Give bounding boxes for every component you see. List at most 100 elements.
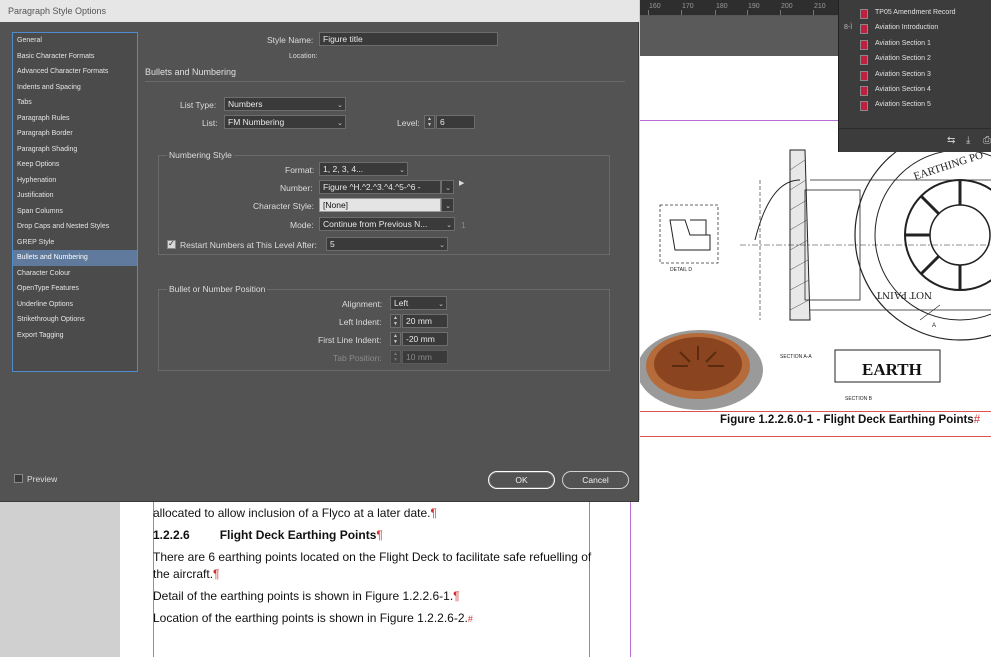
tab-position-label: Tab Position: bbox=[333, 353, 382, 363]
list-type-dropdown[interactable]: Numbers ⌄ bbox=[224, 97, 346, 111]
category-export-tagging[interactable]: Export Tagging bbox=[13, 328, 137, 344]
chevron-down-icon: ⌄ bbox=[337, 120, 343, 127]
restart-level-dropdown[interactable]: 5 ⌄ bbox=[326, 237, 448, 251]
list-type-label: List Type: bbox=[180, 100, 217, 110]
ruler-tick bbox=[780, 10, 781, 15]
category-paragraph-border[interactable]: Paragraph Border bbox=[13, 126, 137, 142]
panel-item-aviation-section-2[interactable]: Aviation Section 2 bbox=[839, 52, 991, 67]
panel-item-label: Aviation Section 3 bbox=[875, 71, 931, 78]
page-icon bbox=[860, 9, 868, 19]
dialog-titlebar[interactable]: Paragraph Style Options bbox=[0, 0, 639, 22]
level-label: Level: bbox=[397, 118, 420, 128]
body-paragraph[interactable]: Detail of the earthing points is shown i… bbox=[153, 589, 460, 603]
section-heading[interactable]: 1.2.2.6 Flight Deck Earthing Points¶ bbox=[153, 528, 383, 542]
dialog-title: Paragraph Style Options bbox=[8, 6, 107, 16]
relink-icon[interactable]: ⇆ bbox=[947, 135, 955, 146]
style-name-input[interactable]: Figure title bbox=[319, 32, 498, 46]
chevron-down-icon: ⌄ bbox=[399, 167, 405, 174]
category-strikethrough-options[interactable]: Strikethrough Options bbox=[13, 312, 137, 328]
body-paragraph[interactable]: There are 6 earthing points located on t… bbox=[153, 550, 591, 564]
level-input[interactable]: 6 bbox=[436, 115, 475, 129]
category-general[interactable]: General bbox=[13, 33, 137, 49]
alignment-dropdown[interactable]: Left ⌄ bbox=[390, 296, 447, 310]
chevron-down-icon: ⌄ bbox=[445, 203, 451, 210]
bullet-position-title: Bullet or Number Position bbox=[167, 284, 268, 294]
left-indent-label: Left Indent: bbox=[339, 317, 382, 327]
special-characters-arrow-icon[interactable]: ▶ bbox=[459, 179, 464, 187]
ruler-tick bbox=[681, 10, 682, 15]
first-line-indent-stepper[interactable]: ▲ ▼ bbox=[390, 332, 401, 346]
category-drop-caps-and-nested-styles[interactable]: Drop Caps and Nested Styles bbox=[13, 219, 137, 235]
page-icon bbox=[860, 55, 868, 65]
panel-item-aviation-section-1[interactable]: Aviation Section 1 bbox=[839, 37, 991, 52]
ruler-tick bbox=[747, 10, 748, 15]
figure-caption[interactable]: Figure 1.2.2.6.0-1 - Flight Deck Earthin… bbox=[720, 414, 980, 426]
pilcrow-mark: ¶ bbox=[453, 589, 460, 603]
body-paragraph[interactable]: the aircraft.¶ bbox=[153, 567, 219, 581]
drawing-annotation: A bbox=[932, 323, 936, 329]
bullet-position-group bbox=[158, 289, 610, 371]
print-icon[interactable]: ⎙ bbox=[983, 135, 991, 146]
category-keep-options[interactable]: Keep Options bbox=[13, 157, 137, 173]
format-label: Format: bbox=[285, 165, 315, 175]
left-indent-stepper[interactable]: ▲ ▼ bbox=[390, 314, 401, 328]
level-stepper[interactable]: ▲ ▼ bbox=[424, 115, 435, 129]
pages-panel: TP05 Amendment Record 8-Ì Aviation Intro… bbox=[838, 0, 991, 152]
number-label: Number: bbox=[280, 183, 313, 193]
page-icon bbox=[860, 71, 868, 81]
mode-dropdown[interactable]: Continue from Previous N... ⌄ bbox=[319, 217, 455, 231]
category-paragraph-shading[interactable]: Paragraph Shading bbox=[13, 142, 137, 158]
list-dropdown[interactable]: FM Numbering ⌄ bbox=[224, 115, 346, 129]
drawing-text: EARTH bbox=[862, 360, 922, 379]
alignment-label: Alignment: bbox=[342, 299, 383, 309]
category-basic-character-formats[interactable]: Basic Character Formats bbox=[13, 49, 137, 65]
category-bullets-and-numbering[interactable]: Bullets and Numbering bbox=[13, 250, 137, 266]
character-style-dropdown[interactable]: ⌄ bbox=[441, 198, 454, 212]
category-hyphenation[interactable]: Hyphenation bbox=[13, 173, 137, 189]
panel-footer: ⇆ ⤓ ⎙ bbox=[839, 128, 991, 152]
import-icon[interactable]: ⤓ bbox=[966, 135, 970, 146]
category-advanced-character-formats[interactable]: Advanced Character Formats bbox=[13, 64, 137, 80]
category-character-colour[interactable]: Character Colour bbox=[13, 266, 137, 282]
body-paragraph[interactable]: Location of the earthing points is shown… bbox=[153, 611, 473, 625]
panel-item-tp05-amendment-record[interactable]: TP05 Amendment Record bbox=[839, 6, 991, 21]
preview-checkbox[interactable] bbox=[14, 474, 23, 483]
ruler-label: 170 bbox=[682, 3, 694, 10]
ok-button[interactable]: OK bbox=[488, 471, 555, 489]
panel-item-label: Aviation Introduction bbox=[875, 24, 939, 31]
first-line-indent-input[interactable]: -20 mm bbox=[402, 332, 448, 346]
link-icon: 8-Ì bbox=[844, 24, 853, 31]
pilcrow-mark: ¶ bbox=[376, 528, 383, 542]
category-indents-and-spacing[interactable]: Indents and Spacing bbox=[13, 80, 137, 96]
body-paragraph[interactable]: allocated to allow inclusion of a Flyco … bbox=[153, 506, 437, 520]
panel-item-aviation-section-3[interactable]: Aviation Section 3 bbox=[839, 68, 991, 83]
tab-position-stepper: ▲ ▼ bbox=[390, 350, 401, 364]
number-input[interactable]: Figure ^H.^2.^3.^4.^5-^6 - bbox=[319, 180, 441, 194]
category-opentype-features[interactable]: OpenType Features bbox=[13, 281, 137, 297]
list-type-value: Numbers bbox=[228, 99, 263, 109]
category-justification[interactable]: Justification bbox=[13, 188, 137, 204]
list-value: FM Numbering bbox=[228, 117, 285, 127]
number-options-dropdown[interactable]: ⌄ bbox=[441, 180, 454, 194]
character-style-field[interactable]: [None] bbox=[319, 198, 441, 212]
panel-item-aviation-introduction[interactable]: 8-Ì Aviation Introduction bbox=[839, 21, 991, 36]
paragraph-text: There are 6 earthing points located on t… bbox=[153, 550, 592, 564]
restart-numbers-checkbox[interactable] bbox=[167, 239, 176, 249]
panel-item-aviation-section-5[interactable]: Aviation Section 5 bbox=[839, 98, 991, 113]
ruler-label: 160 bbox=[649, 3, 661, 10]
cancel-button[interactable]: Cancel bbox=[562, 471, 629, 489]
left-indent-input[interactable]: 20 mm bbox=[402, 314, 448, 328]
panel-item-label: Aviation Section 5 bbox=[875, 101, 931, 108]
category-grep-style[interactable]: GREP Style bbox=[13, 235, 137, 251]
category-underline-options[interactable]: Underline Options bbox=[13, 297, 137, 313]
panel-item-aviation-section-4[interactable]: Aviation Section 4 bbox=[839, 83, 991, 98]
horizontal-ruler: 160 170 180 190 200 210 bbox=[640, 0, 850, 16]
ruler-tick bbox=[715, 10, 716, 15]
margin-guide bbox=[630, 500, 631, 657]
ruler-label: 210 bbox=[814, 3, 826, 10]
category-tabs[interactable]: Tabs bbox=[13, 95, 137, 111]
category-span-columns[interactable]: Span Columns bbox=[13, 204, 137, 220]
format-dropdown[interactable]: 1, 2, 3, 4... ⌄ bbox=[319, 162, 408, 176]
category-paragraph-rules[interactable]: Paragraph Rules bbox=[13, 111, 137, 127]
tab-position-input: 10 mm bbox=[402, 350, 448, 364]
